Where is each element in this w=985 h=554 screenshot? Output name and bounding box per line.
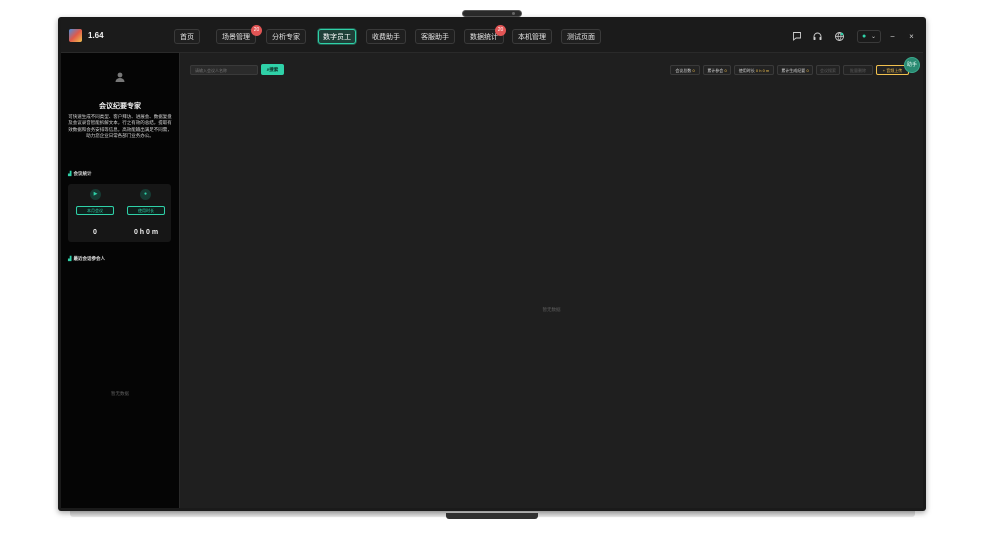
nav-item-label: 数字员工 [323,34,351,41]
minimize-icon[interactable]: − [887,31,898,42]
stat-label: 累计参会 [707,68,724,73]
nav-item-label: 本机管理 [518,34,546,41]
notification-badge: 20 [251,25,262,36]
nav-item-label: 收费助手 [372,34,400,41]
usage-duration-stat: 使用时长 0 h 0 m [734,65,774,75]
nav-item-test-page[interactable]: 测试页面 [561,29,601,44]
nav-item-data-statistics[interactable]: 数据统计 20 [464,25,506,44]
nav-item-local-management[interactable]: 本机管理 [512,29,552,44]
headset-icon[interactable] [812,31,823,42]
nav-item-analysis-expert[interactable]: 分析专家 [266,29,306,44]
search-input[interactable] [190,65,258,75]
nav-item-service-assistant[interactable]: 客服助手 [415,29,455,44]
close-icon[interactable]: × [906,31,917,42]
globe-icon[interactable] [834,31,845,42]
floating-assistant-button[interactable]: 助手 [904,57,920,73]
nav-item-label: 分析专家 [272,34,300,41]
chevron-down-icon: ⌄ [871,34,877,40]
notification-badge: 20 [495,25,506,36]
expert-title: 会议纪要专家 [99,103,141,110]
message-icon[interactable] [791,31,802,42]
stat-label: 累计生成纪要 [781,68,806,73]
expert-avatar-icon [113,71,127,85]
stat-value: 0 [724,68,727,73]
meeting-search-button[interactable]: 会议搜索 [816,65,840,75]
search-button-label: 搜索 [269,67,279,72]
main-content: ⌕搜索 会议总数 0 累计参会 0 使用时长 0 h 0 m 累计生成纪要 0 … [180,53,923,508]
stat-value: 0 [692,68,695,73]
monthly-meetings-button[interactable]: 本月会议 [76,206,114,215]
total-minutes-stat: 累计生成纪要 0 [777,65,813,75]
search-button[interactable]: ⌕搜索 [261,64,284,75]
app-window: 1.64 首页 场景管理 20 分析专家 数字员工 收费助手 客服助手 数据统计 2… [61,20,923,508]
people-icon: ▟ [68,256,72,261]
app-logo-icon [69,29,82,42]
stat-value: 0 h 0 m [755,68,770,73]
user-menu-button[interactable]: ● ⌄ [857,30,881,43]
device-camera [462,10,522,17]
app-version: 1.64 [88,31,104,40]
nav-item-label: 数据统计 [470,34,498,41]
nav-item-label: 首页 [180,34,194,41]
chart-icon: ▟ [68,171,72,176]
nav-item-scene-management[interactable]: 场景管理 20 [216,25,262,44]
user-icon: ● [862,33,867,40]
total-meetings-stat: 会议总数 0 [670,65,700,75]
sidebar: 会议纪要专家 可快速生成不同类型、客户拜访、进展会、数据复盘及会议录音智能拆解文… [61,53,180,508]
total-participants-stat: 累计参会 0 [703,65,731,75]
stat-label: 会议总数 [675,68,692,73]
main-empty-state: 暂无数据 [542,307,561,312]
recent-participants-label: 最近会话参会人 [73,256,105,261]
top-bar: 1.64 首页 场景管理 20 分析专家 数字员工 收费助手 客服助手 数据统计 2… [61,20,923,53]
nav-item-digital-employee[interactable]: 数字员工 [318,29,356,44]
nav-item-label: 测试页面 [567,34,595,41]
expert-description: 可快速生成不同类型、客户拜访、进展会、数据复盘及会议录音智能拆解文本，行之有效的… [68,114,172,139]
stat-label: 使用时长 [738,68,755,73]
monitor-stand [446,513,538,519]
nav-item-billing-assistant[interactable]: 收费助手 [366,29,406,44]
nav-item-label: 场景管理 [222,34,250,41]
batch-delete-button[interactable]: 批量删除 [843,65,873,75]
timer-icon: ● [140,189,151,200]
recent-participants-title: ▟ 最近会话参会人 [68,256,105,262]
monthly-meetings-value: 0 [93,229,97,236]
video-icon: ▶ [90,189,101,200]
nav-item-label: 客服助手 [421,34,449,41]
stats-section-label: 会议统计 [73,171,92,176]
stats-section-title: ▟ 会议统计 [68,171,91,177]
usage-duration-value: 0 h 0 m [133,229,159,236]
stats-card: ▶ ● 本月会议 使用时长 0 0 h 0 m [68,184,171,242]
nav-item-home[interactable]: 首页 [174,29,200,44]
stat-value: 0 [806,68,809,73]
usage-duration-button[interactable]: 使用时长 [127,206,165,215]
sidebar-empty-state: 暂无数据 [111,391,129,396]
